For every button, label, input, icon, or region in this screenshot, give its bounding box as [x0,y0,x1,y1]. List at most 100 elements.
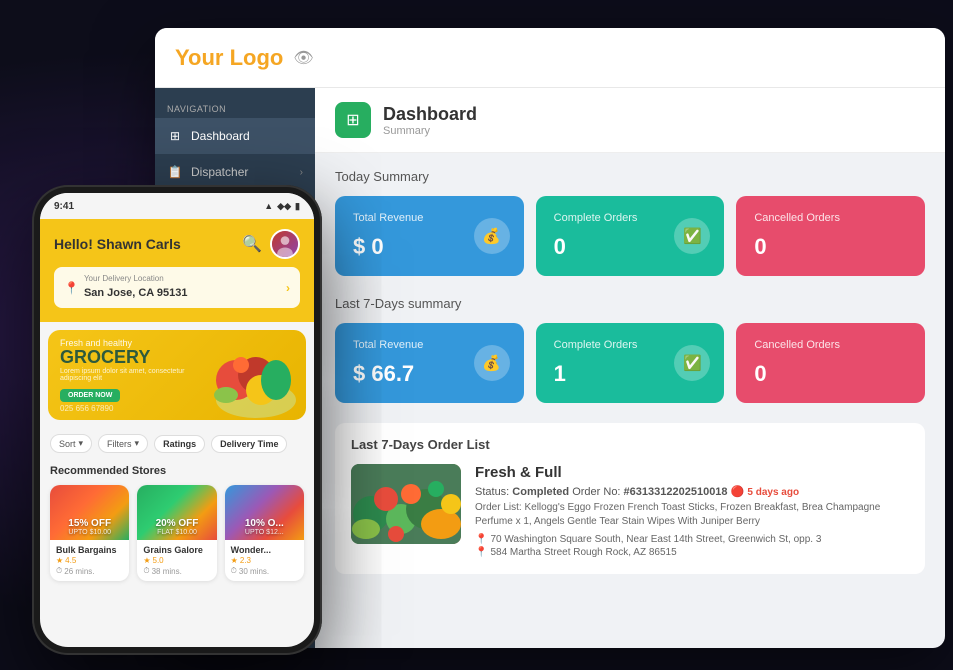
banner-line1: Fresh and healthy [60,338,194,348]
main-content: ⊞ Dashboard Summary Today Summary Total … [315,88,945,648]
location-info: Your Delivery Location San Jose, CA 9513… [84,274,188,301]
order-image [351,464,461,544]
banner-phone: 025 656 67890 [60,404,194,413]
phone-status-bar: 9:41 ▲ ◆◆ ▮ [40,193,314,219]
store-image-3: 10% O... UPTO $12... [225,485,304,540]
store-time-1: ⏱ 26 mins. [56,566,123,576]
today-summary-label: Today Summary [335,169,925,184]
status-text: Status: Completed Order No: [475,486,624,498]
status-icons: ▲ ◆◆ ▮ [264,201,300,212]
store-image-1: 15% OFF UPTO $10.00 [50,485,129,540]
order-image-svg [351,464,461,544]
today-cancelled-value: 0 [754,234,907,260]
banner-image [206,330,306,420]
sort-chevron: ▾ [79,438,84,449]
greeting-row: Hello! Shawn Carls 🔍 [54,229,300,259]
discount-badge-3: 10% O... UPTO $12... [225,518,304,536]
store-rating-1: ★ 4.5 [56,556,123,565]
app-logo: Your Logo [175,45,283,71]
last7days-cards: Total Revenue $ 66.7 💰 Complete Orders 1… [335,323,925,403]
rating-value-2: 5.0 [153,556,164,565]
banner-cta-button[interactable]: ORDER NOW [60,389,120,402]
recommended-title: Recommended Stores [50,465,304,477]
today-cancelled-card: Cancelled Orders 0 [736,196,925,276]
recommended-section: Recommended Stores 15% OFF UPTO $10.00 B… [40,459,314,587]
chevron-right-icon: › [300,167,303,178]
phone-header: Hello! Shawn Carls 🔍 [40,219,314,322]
header-icons: 🔍 [242,229,300,259]
week-complete-card: Complete Orders 1 ✅ [536,323,725,403]
address-1-text: 70 Washington Square South, Near East 14… [490,534,821,545]
week-cancelled-card: Cancelled Orders 0 [736,323,925,403]
store-card-2[interactable]: 20% OFF FLAT $10.00 Grains Galore ★ 5.0 … [137,485,216,581]
store-rating-2: ★ 5.0 [143,556,210,565]
delivery-time-filter[interactable]: Delivery Time [211,435,287,453]
clock-icon-1: ⏱ [56,566,62,576]
order-list-section: Last 7-Days Order List [335,423,925,574]
filter-row: Sort ▾ Filters ▾ Ratings Delivery Time [40,428,314,459]
time-value-3: 30 mins. [239,567,269,576]
order-item: Fresh & Full Status: Completed Order No:… [351,464,909,560]
week-revenue-card: Total Revenue $ 66.7 💰 [335,323,524,403]
location-left: 📍 Your Delivery Location San Jose, CA 95… [64,274,188,301]
banner-vegetables-svg [206,330,306,420]
week-revenue-icon: 💰 [474,345,510,381]
status-value: Completed [512,486,569,498]
dot-icon: 🔴 [731,486,748,498]
sidebar-item-dashboard[interactable]: ⊞ Dashboard [155,118,315,154]
location-label: Your Delivery Location [84,274,188,283]
complete-orders-icon: ✅ [674,218,710,254]
order-details: Fresh & Full Status: Completed Order No:… [475,464,909,560]
order-list-title: Last 7-Days Order List [351,437,909,452]
battery-icon: ▮ [295,201,300,212]
revenue-icon: 💰 [474,218,510,254]
week-cancelled-value: 0 [754,361,907,387]
time-value-1: 26 mins. [64,567,94,576]
store-card-1[interactable]: 15% OFF UPTO $10.00 Bulk Bargains ★ 4.5 … [50,485,129,581]
content-area: Today Summary Total Revenue $ 0 💰 Comple… [315,153,945,590]
status-time: 9:41 [54,201,74,212]
today-complete-card: Complete Orders 0 ✅ [536,196,725,276]
page-title: Dashboard [383,104,477,125]
location-value: San Jose, CA 95131 [84,287,188,299]
clock-icon-3: ⏱ [231,566,237,576]
page-title-block: Dashboard Summary [383,104,477,137]
order-address-2: 📍 584 Martha Street Rough Rock, AZ 86515 [475,547,909,558]
filters-chevron: ▾ [135,438,140,449]
store-info-2: Grains Galore ★ 5.0 ⏱ 38 mins. [137,540,216,581]
wifi-icon: ▲ [264,201,273,211]
store-card-3[interactable]: 10% O... UPTO $12... Wonder... ★ 2.3 ⏱ 3… [225,485,304,581]
sidebar-item-dispatcher-label: Dispatcher [191,165,248,179]
address-2-text: 584 Martha Street Rough Rock, AZ 86515 [490,547,676,558]
page-header: ⊞ Dashboard Summary [315,88,945,153]
phone-frame: 9:41 ▲ ◆◆ ▮ Hello! Shawn Carls 🔍 [32,185,322,655]
star-icon-1: ★ [56,556,63,565]
ratings-filter[interactable]: Ratings [154,435,205,453]
filters-label: Filters [107,439,132,449]
dashboard-header-icon: ⊞ [335,102,371,138]
store-info-3: Wonder... ★ 2.3 ⏱ 30 mins. [225,540,304,581]
user-avatar[interactable] [270,229,300,259]
pin-icon-red: 📍 [475,547,487,558]
chevron-right-icon: › [286,281,290,295]
sort-label: Sort [59,439,76,449]
store-time-2: ⏱ 38 mins. [143,566,210,576]
page-subtitle: Summary [383,125,477,137]
rating-value-1: 4.5 [65,556,76,565]
filters-filter[interactable]: Filters ▾ [98,434,148,453]
store-name-3: Wonder... [231,545,298,555]
time-value-2: 38 mins. [152,567,182,576]
store-image-2: 20% OFF FLAT $10.00 [137,485,216,540]
star-icon-2: ★ [143,556,150,565]
today-summary-cards: Total Revenue $ 0 💰 Complete Orders 0 ✅ … [335,196,925,276]
phone-banner: Fresh and healthy GROCERY Lorem ipsum do… [48,330,306,420]
stores-row: 15% OFF UPTO $10.00 Bulk Bargains ★ 4.5 … [50,485,304,581]
star-icon-3: ★ [231,556,238,565]
time-ago: 5 days ago [747,487,799,498]
today-revenue-card: Total Revenue $ 0 💰 [335,196,524,276]
order-address-1: 📍 70 Washington Square South, Near East … [475,534,909,545]
sort-filter[interactable]: Sort ▾ [50,434,92,453]
dashboard-icon: ⊞ [167,128,183,144]
location-bar[interactable]: 📍 Your Delivery Location San Jose, CA 95… [54,267,300,308]
search-icon[interactable]: 🔍 [242,234,262,254]
